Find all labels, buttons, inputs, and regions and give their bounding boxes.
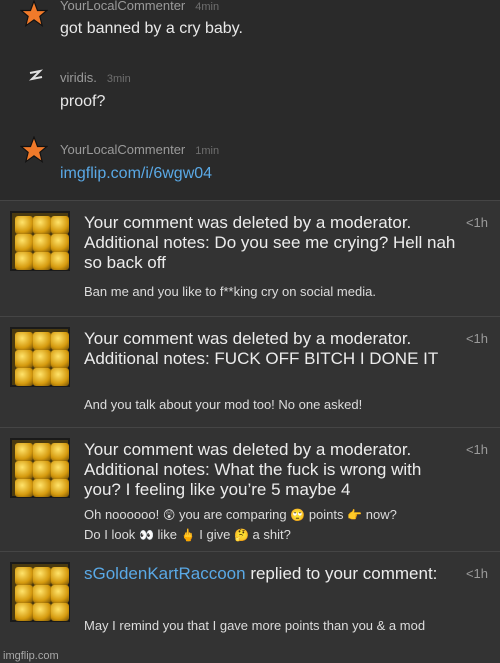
notification-body: May I remind you that I gave more points… <box>84 618 426 633</box>
meme-thumbnail <box>10 211 70 271</box>
comment-thread: YourLocalCommenter 4min got banned by a c… <box>0 0 500 200</box>
notification-time: <1h <box>465 566 488 581</box>
meme-thumbnail <box>10 562 70 622</box>
notification-title: Your comment was deleted by a moderator.… <box>84 213 456 272</box>
surprised-face-icon: 😲 <box>162 508 176 522</box>
notification-body: And you talk about your mod too! No one … <box>84 397 363 412</box>
comment-text: proof? <box>60 93 106 110</box>
notification-item[interactable]: Your comment was deleted by a moderator.… <box>0 427 500 551</box>
comment-author[interactable]: viridis. 3min <box>60 70 131 85</box>
notification-item[interactable]: sGoldenKartRaccoon replied to your comme… <box>0 551 500 663</box>
star-icon[interactable] <box>20 136 48 164</box>
notification-item[interactable]: Your comment was deleted by a moderator.… <box>0 200 500 316</box>
comment-author[interactable]: YourLocalCommenter 1min <box>60 142 219 157</box>
eyes-icon: 👀 <box>138 528 154 542</box>
meme-thumbnail <box>10 438 70 498</box>
comment-age: 3min <box>106 73 131 85</box>
notification-title: Your comment was deleted by a moderator.… <box>84 329 439 368</box>
eye-roll-face-icon: 🙄 <box>290 508 306 522</box>
notification-time: <1h <box>465 331 488 346</box>
comment-age: 1min <box>195 145 220 157</box>
thinking-face-icon: 🤔 <box>233 528 249 542</box>
comment-link[interactable]: imgflip.com/i/6wgw04 <box>60 165 212 183</box>
notification-time: <1h <box>465 442 488 457</box>
middle-finger-icon: 🖕 <box>180 528 196 542</box>
watermark: imgflip.com <box>3 650 59 662</box>
notification-body: Oh noooooo! 😲 you are comparing 🙄 points… <box>84 507 397 542</box>
comment-age: 4min <box>195 1 220 13</box>
pointing-hand-icon: 👉 <box>347 508 363 522</box>
star-icon[interactable] <box>20 0 48 28</box>
notification-title: sGoldenKartRaccoon replied to your comme… <box>84 564 438 583</box>
meme-thumbnail <box>10 327 70 387</box>
notification-title: Your comment was deleted by a moderator.… <box>84 440 422 499</box>
notification-body: Ban me and you like to f**king cry on so… <box>84 284 376 299</box>
lightning-icon[interactable] <box>22 62 50 90</box>
comment-text: got banned by a cry baby. <box>60 20 243 37</box>
username-link[interactable]: sGoldenKartRaccoon <box>84 564 246 583</box>
notification-item[interactable]: Your comment was deleted by a moderator.… <box>0 316 500 427</box>
notification-time: <1h <box>465 215 488 230</box>
comment-author[interactable]: YourLocalCommenter 4min <box>60 0 219 13</box>
